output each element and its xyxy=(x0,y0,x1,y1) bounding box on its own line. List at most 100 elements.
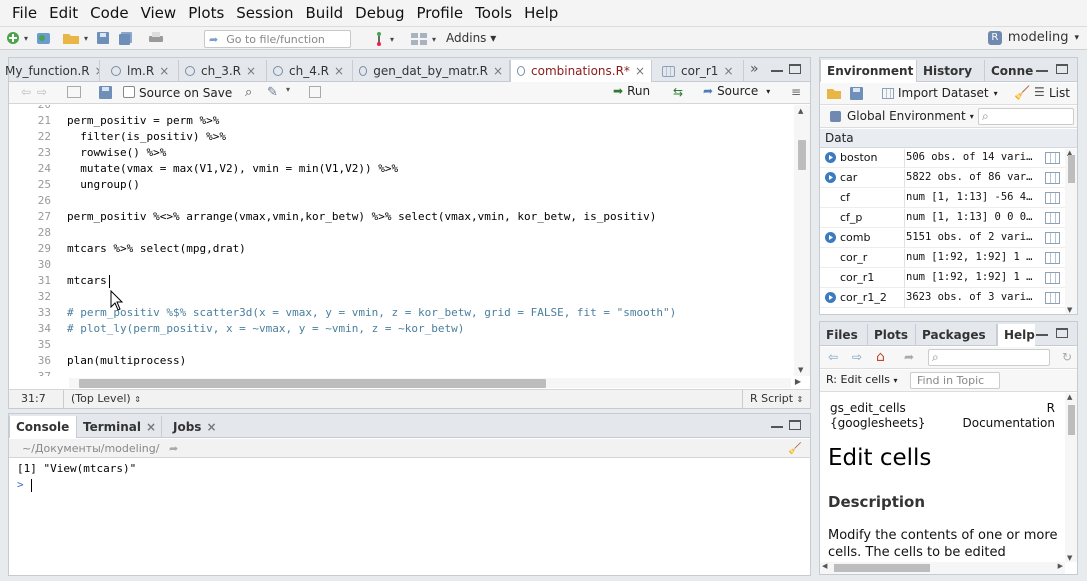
menu-session[interactable]: Session xyxy=(230,4,299,22)
minimize-icon[interactable] xyxy=(1036,328,1048,336)
maximize-icon[interactable] xyxy=(789,420,801,430)
magic-wand-icon[interactable]: ✎ xyxy=(267,85,278,100)
project-menu[interactable]: R modeling ▾ xyxy=(987,30,1079,45)
close-icon[interactable]: × xyxy=(635,64,645,78)
tab-terminal[interactable]: Terminal × xyxy=(77,416,162,438)
env-row[interactable]: car 5822 obs. of 86 var… xyxy=(820,169,1065,188)
code-area[interactable]: 2021 perm_positiv = perm %>% 22 filter(is_… xyxy=(9,105,793,376)
tab-console[interactable]: Console xyxy=(9,416,77,438)
file-type-selector[interactable]: R Script ⇕ xyxy=(750,392,803,405)
code-line[interactable]: 34 # plot_ly(perm_positiv, x = ~vmax, y =… xyxy=(9,321,793,337)
addins-menu[interactable]: Addins ▾ xyxy=(446,31,496,45)
scroll-left-icon[interactable]: ◀ xyxy=(822,562,827,570)
scroll-thumb[interactable] xyxy=(79,379,546,388)
expand-icon[interactable] xyxy=(825,152,836,163)
back-arrow-icon[interactable]: ⇦ xyxy=(828,350,838,364)
view-data-icon[interactable] xyxy=(1045,192,1060,204)
chevron-down-icon[interactable]: ▾ xyxy=(84,29,88,47)
scroll-thumb[interactable] xyxy=(834,564,930,572)
menu-code[interactable]: Code xyxy=(84,4,134,22)
menu-edit[interactable]: Edit xyxy=(43,4,84,22)
tab-combinations[interactable]: combinations.R* × xyxy=(510,60,652,82)
open-folder-icon[interactable] xyxy=(62,29,80,47)
scroll-down-icon[interactable]: ▼ xyxy=(798,366,803,374)
menu-lines-icon[interactable]: ≡ xyxy=(791,85,801,99)
scroll-thumb[interactable] xyxy=(798,140,806,170)
tab-lm[interactable]: lm.R × xyxy=(105,60,179,82)
back-arrow-icon[interactable]: ⇦ xyxy=(21,85,31,99)
env-scrollbar[interactable]: ▲ ▼ xyxy=(1065,149,1077,314)
search-icon[interactable]: ⌕ xyxy=(245,85,252,100)
new-file-icon[interactable] xyxy=(6,29,20,47)
more-tabs-icon[interactable]: » xyxy=(750,61,759,77)
view-data-icon[interactable] xyxy=(1045,232,1060,244)
expand-icon[interactable] xyxy=(825,292,836,303)
scroll-right-icon[interactable]: ▶ xyxy=(795,377,801,386)
source-button[interactable]: ➦ Source ▾ xyxy=(703,84,770,98)
menu-plots[interactable]: Plots xyxy=(182,4,230,22)
find-in-topic-input[interactable]: Find in Topic xyxy=(910,372,1000,389)
list-view-icon[interactable]: ☰ xyxy=(1034,85,1045,99)
help-search-input[interactable]: ⌕ xyxy=(928,349,1050,366)
menu-debug[interactable]: Debug xyxy=(349,4,410,22)
env-row[interactable]: cor_r1 num [1:92, 1:92] 1 … xyxy=(820,269,1065,288)
tab-help[interactable]: Help xyxy=(997,324,1035,346)
topic-selector[interactable]: R: Edit cells ▾ xyxy=(826,373,897,386)
maximize-icon[interactable] xyxy=(789,64,801,74)
go-to-directory-icon[interactable]: ➦ xyxy=(169,442,178,455)
close-icon[interactable]: × xyxy=(206,420,216,434)
tab-ch4[interactable]: ch_4.R × xyxy=(267,60,353,82)
minimize-icon[interactable] xyxy=(771,420,783,428)
expand-icon[interactable] xyxy=(825,172,836,183)
menu-profile[interactable]: Profile xyxy=(411,4,470,22)
run-button[interactable]: ➡ Run xyxy=(613,84,650,98)
scroll-up-icon[interactable]: ▲ xyxy=(798,107,803,115)
close-icon[interactable]: × xyxy=(159,64,169,78)
code-line[interactable]: 28 xyxy=(9,225,793,241)
view-data-icon[interactable] xyxy=(1045,152,1060,164)
env-row[interactable]: comb 5151 obs. of 2 vari… xyxy=(820,229,1065,248)
clear-console-icon[interactable]: 🧹 xyxy=(788,439,802,458)
tab-connections[interactable]: Conne xyxy=(985,60,1035,82)
forward-arrow-icon[interactable]: ⇨ xyxy=(852,350,862,364)
document-outline-icon[interactable] xyxy=(309,86,321,98)
env-search-input[interactable]: ⌕ xyxy=(978,108,1074,125)
close-icon[interactable]: × xyxy=(146,420,156,434)
git-icon[interactable] xyxy=(372,30,386,48)
env-row[interactable]: cor_r num [1:92, 1:92] 1 … xyxy=(820,249,1065,268)
tab-gen-dat-by-matr[interactable]: gen_dat_by_matr.R × xyxy=(353,60,510,82)
code-line[interactable]: 21 perm_positiv = perm %>% xyxy=(9,113,793,129)
view-data-icon[interactable] xyxy=(1045,292,1060,304)
new-project-icon[interactable] xyxy=(36,29,52,47)
maximize-icon[interactable] xyxy=(1056,64,1068,74)
code-line[interactable]: 37 xyxy=(9,369,793,376)
code-line[interactable]: 24 mutate(vmax = max(V1,V2), vmin = min(… xyxy=(9,161,793,177)
code-line[interactable]: 31 mtcars xyxy=(9,273,793,289)
close-icon[interactable]: × xyxy=(95,64,99,78)
chevron-down-icon[interactable]: ▾ xyxy=(390,30,394,48)
tab-history[interactable]: History xyxy=(917,60,985,82)
code-line[interactable]: 20 xyxy=(9,105,793,113)
environment-selector[interactable]: Global Environment ▾ xyxy=(830,109,974,123)
tab-packages[interactable]: Packages xyxy=(916,324,997,346)
close-icon[interactable]: × xyxy=(493,64,503,78)
scroll-thumb[interactable] xyxy=(1068,155,1075,183)
scroll-down-icon[interactable]: ▼ xyxy=(1067,554,1072,562)
show-in-window-icon[interactable]: ➦ xyxy=(904,350,914,364)
save-all-icon[interactable] xyxy=(118,29,134,47)
pane-layout-icon[interactable] xyxy=(410,30,428,48)
code-line[interactable]: 33 # perm_positiv %$% scatter3d(x = vmax,… xyxy=(9,305,793,321)
scroll-right-icon[interactable]: ▶ xyxy=(1058,562,1063,570)
editor-horizontal-scrollbar[interactable]: ▶ xyxy=(69,377,801,388)
close-icon[interactable]: × xyxy=(723,64,733,78)
code-line[interactable]: 23 rowwise() %>% xyxy=(9,145,793,161)
menu-build[interactable]: Build xyxy=(300,4,350,22)
menu-view[interactable]: View xyxy=(135,4,183,22)
tab-plots[interactable]: Plots xyxy=(868,324,916,346)
tab-environment[interactable]: Environment xyxy=(820,60,917,82)
code-line[interactable]: 32 xyxy=(9,289,793,305)
minimize-icon[interactable] xyxy=(771,64,783,72)
menu-help[interactable]: Help xyxy=(518,4,564,22)
console-output[interactable]: [1] "View(mtcars)" > xyxy=(9,459,810,575)
show-in-window-icon[interactable] xyxy=(67,86,81,98)
